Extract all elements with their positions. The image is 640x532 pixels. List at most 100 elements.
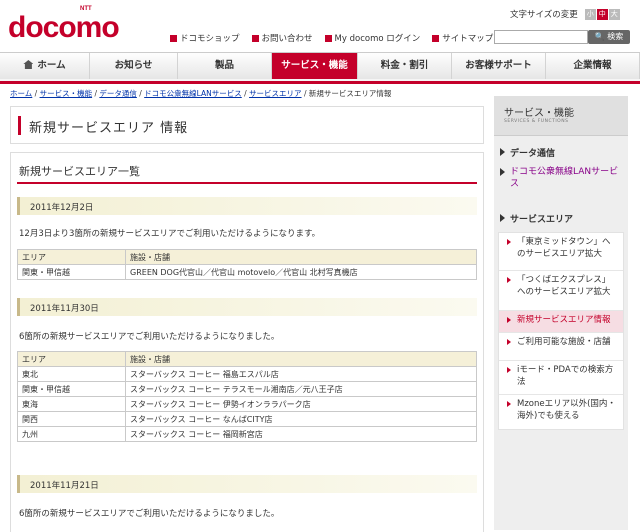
breadcrumb-link-home[interactable]: ホーム xyxy=(10,89,32,98)
square-bullet-icon xyxy=(432,34,440,42)
date-label: 2011年11月30日 xyxy=(30,304,99,314)
tab-home[interactable]: ホーム xyxy=(0,53,90,79)
utility-links: ドコモショップ お問い合わせ My docomo ログイン サイトマップ xyxy=(170,32,493,44)
link-my-docomo-login[interactable]: My docomo ログイン xyxy=(324,32,421,44)
sidebar-link-label: Mzoneエリア以外(国内・海外)でも使える xyxy=(517,399,616,421)
store-cell: スターバックス コーヒー 伊勢イオンララパーク店 xyxy=(125,396,477,412)
square-bullet-icon xyxy=(324,34,332,42)
link-label: お問い合わせ xyxy=(261,34,313,44)
table-row: 九州 スターバックス コーヒー 福岡新宮店 xyxy=(17,426,477,442)
sidebar-link-label: 新規サービスエリア情報 xyxy=(517,315,611,325)
store-cell: スターバックス コーヒー 福岡新宮店 xyxy=(125,426,477,442)
date-heading: 2011年12月2日 xyxy=(17,197,477,215)
page-title: 新規サービスエリア 情報 xyxy=(29,121,189,136)
sidebar-link-list: 「東京ミッドタウン」へのサービスエリア拡大 「つくばエクスプレス」へのサービスエ… xyxy=(498,232,624,430)
sidebar-link-new-area[interactable]: 新規サービスエリア情報 xyxy=(499,311,623,333)
sidebar-link-label: 「つくばエクスプレス」へのサービスエリア拡大 xyxy=(517,275,611,297)
tab-support[interactable]: お客様サポート xyxy=(452,53,546,79)
table-header-row: エリア 施設・店舗 xyxy=(17,351,477,367)
link-label: My docomo ログイン xyxy=(334,34,421,44)
square-bullet-icon xyxy=(170,34,177,42)
home-icon xyxy=(23,60,34,69)
page-title-box: 新規サービスエリア 情報 xyxy=(10,106,484,144)
tab-label: 企業情報 xyxy=(573,60,612,71)
store-cell: スターバックス コーヒー テラスモール湘南店／元八王子店 xyxy=(125,381,477,397)
date-label: 2011年12月2日 xyxy=(30,203,94,213)
sidebar-link-wlan[interactable]: ドコモ公衆無線LANサービス xyxy=(498,166,624,190)
area-table: エリア 施設・店舗 東北 スターバックス コーヒー 福島エスパル店 関東・甲信越… xyxy=(17,351,477,442)
table-header-row: エリア 施設・店舗 xyxy=(17,249,477,265)
sidebar-subtitle: SERVICES & FUNCTIONS xyxy=(504,119,569,124)
sidebar-category-data[interactable]: データ通信 xyxy=(498,146,624,159)
column-header: 施設・店舗 xyxy=(125,249,477,265)
breadcrumb-link-area[interactable]: サービスエリア xyxy=(249,89,302,98)
link-sitemap[interactable]: サイトマップ xyxy=(432,32,493,44)
sidebar-link-label: iモード・PDAでの検索方法 xyxy=(517,365,614,387)
docomo-logo-text: docomo xyxy=(8,11,120,44)
category-label: サービスエリア xyxy=(510,215,574,225)
column-header: エリア xyxy=(17,249,126,265)
font-size-label: 文字サイズの変更 xyxy=(510,10,578,20)
sidebar-link-label: ご利用可能な施設・店舗 xyxy=(517,337,611,347)
sidebar: サービス・機能 SERVICES & FUNCTIONS データ通信 ドコモ公衆… xyxy=(494,96,628,530)
tab-label: ホーム xyxy=(37,60,66,71)
global-nav: ホーム お知らせ 製品 サービス・機能 料金・割引 お客様サポート 企業情報 xyxy=(0,52,640,84)
entry-intro: 12月3日より3箇所の新規サービスエリアでご利用いただけるようになります。 xyxy=(19,229,321,239)
sidebar-link-imode-search[interactable]: iモード・PDAでの検索方法 xyxy=(499,361,623,395)
link-contact[interactable]: お問い合わせ xyxy=(251,32,313,44)
store-cell: スターバックス コーヒー 福島エスパル店 xyxy=(125,366,477,382)
date-heading: 2011年11月21日 xyxy=(17,475,477,493)
tab-label: お客様サポート xyxy=(465,60,532,71)
area-cell: 東海 xyxy=(17,396,126,412)
sidebar-category-area[interactable]: サービスエリア xyxy=(498,212,624,225)
tab-news[interactable]: お知らせ xyxy=(90,53,178,79)
sidebar-link-facilities[interactable]: ご利用可能な施設・店舗 xyxy=(499,333,623,361)
area-cell: 関東・甲信越 xyxy=(17,381,126,397)
breadcrumb-link-services[interactable]: サービス・機能 xyxy=(40,89,93,98)
table-row: 東海 スターバックス コーヒー 伊勢イオンララパーク店 xyxy=(17,396,477,412)
table-row: 関東・甲信越 GREEN DOG代官山／代官山 motovelo／代官山 北村写… xyxy=(17,264,477,280)
sidebar-link-midtown[interactable]: 「東京ミッドタウン」へのサービスエリア拡大 xyxy=(499,233,623,271)
date-label: 2011年11月21日 xyxy=(30,481,99,491)
sidebar-title: サービス・機能 xyxy=(504,108,574,119)
site-search: 🔍 検索 xyxy=(494,30,630,44)
entry-intro: 6箇所の新規サービスエリアでご利用いただけるようになりました。 xyxy=(19,509,280,519)
sidebar-link-tsukuba[interactable]: 「つくばエクスプレス」へのサービスエリア拡大 xyxy=(499,271,623,311)
breadcrumb-current: 新規サービスエリア情報 xyxy=(308,89,392,98)
column-header: エリア xyxy=(17,351,126,367)
link-docomo-shop[interactable]: ドコモショップ xyxy=(170,32,240,44)
tab-pricing[interactable]: 料金・割引 xyxy=(358,53,452,79)
font-size-small-button[interactable]: 小 xyxy=(584,8,596,20)
tab-services[interactable]: サービス・機能 xyxy=(272,53,358,79)
tab-label: サービス・機能 xyxy=(281,60,348,71)
sidebar-link-label: 「東京ミッドタウン」へのサービスエリア拡大 xyxy=(517,237,611,259)
breadcrumb-link-data[interactable]: データ通信 xyxy=(99,89,137,98)
font-size-medium-button[interactable]: 中 xyxy=(596,8,608,20)
store-cell: スターバックス コーヒー なんばCITY店 xyxy=(125,411,477,427)
sidebar-link-outside-mzone[interactable]: Mzoneエリア以外(国内・海外)でも使える xyxy=(499,395,623,431)
area-table: エリア 施設・店舗 関東・甲信越 GREEN DOG代官山／代官山 motove… xyxy=(17,249,477,280)
font-size-large-button[interactable]: 大 xyxy=(608,8,620,20)
table-row: 関東・甲信越 スターバックス コーヒー テラスモール湘南店／元八王子店 xyxy=(17,381,477,397)
category-link-label: ドコモ公衆無線LANサービス xyxy=(510,167,619,189)
search-input[interactable] xyxy=(494,30,588,44)
category-label: データ通信 xyxy=(510,149,556,159)
tab-corporate[interactable]: 企業情報 xyxy=(546,53,640,79)
search-button-label: 検索 xyxy=(607,32,624,41)
font-size-switcher: 文字サイズの変更 小 中 大 xyxy=(510,8,620,20)
area-cell: 関西 xyxy=(17,411,126,427)
breadcrumb: ホーム / サービス・機能 / データ通信 / ドコモ公衆無線LANサービス /… xyxy=(10,89,392,98)
tab-products[interactable]: 製品 xyxy=(178,53,272,79)
entry-intro: 6箇所の新規サービスエリアでご利用いただけるようになりました。 xyxy=(19,332,280,342)
area-cell: 東北 xyxy=(17,366,126,382)
column-header: 施設・店舗 xyxy=(125,351,477,367)
area-cell: 関東・甲信越 xyxy=(17,264,126,280)
search-button[interactable]: 🔍 検索 xyxy=(588,30,630,44)
breadcrumb-link-wlan[interactable]: ドコモ公衆無線LANサービス xyxy=(144,89,242,98)
table-row: 東北 スターバックス コーヒー 福島エスパル店 xyxy=(17,366,477,382)
list-title: 新規サービスエリア一覧 xyxy=(19,165,140,178)
date-heading: 2011年11月30日 xyxy=(17,298,477,316)
link-label: ドコモショップ xyxy=(180,34,240,44)
area-list-section: 新規サービスエリア一覧 2011年12月2日 12月3日より3箇所の新規サービス… xyxy=(10,152,484,532)
title-divider xyxy=(17,182,477,184)
